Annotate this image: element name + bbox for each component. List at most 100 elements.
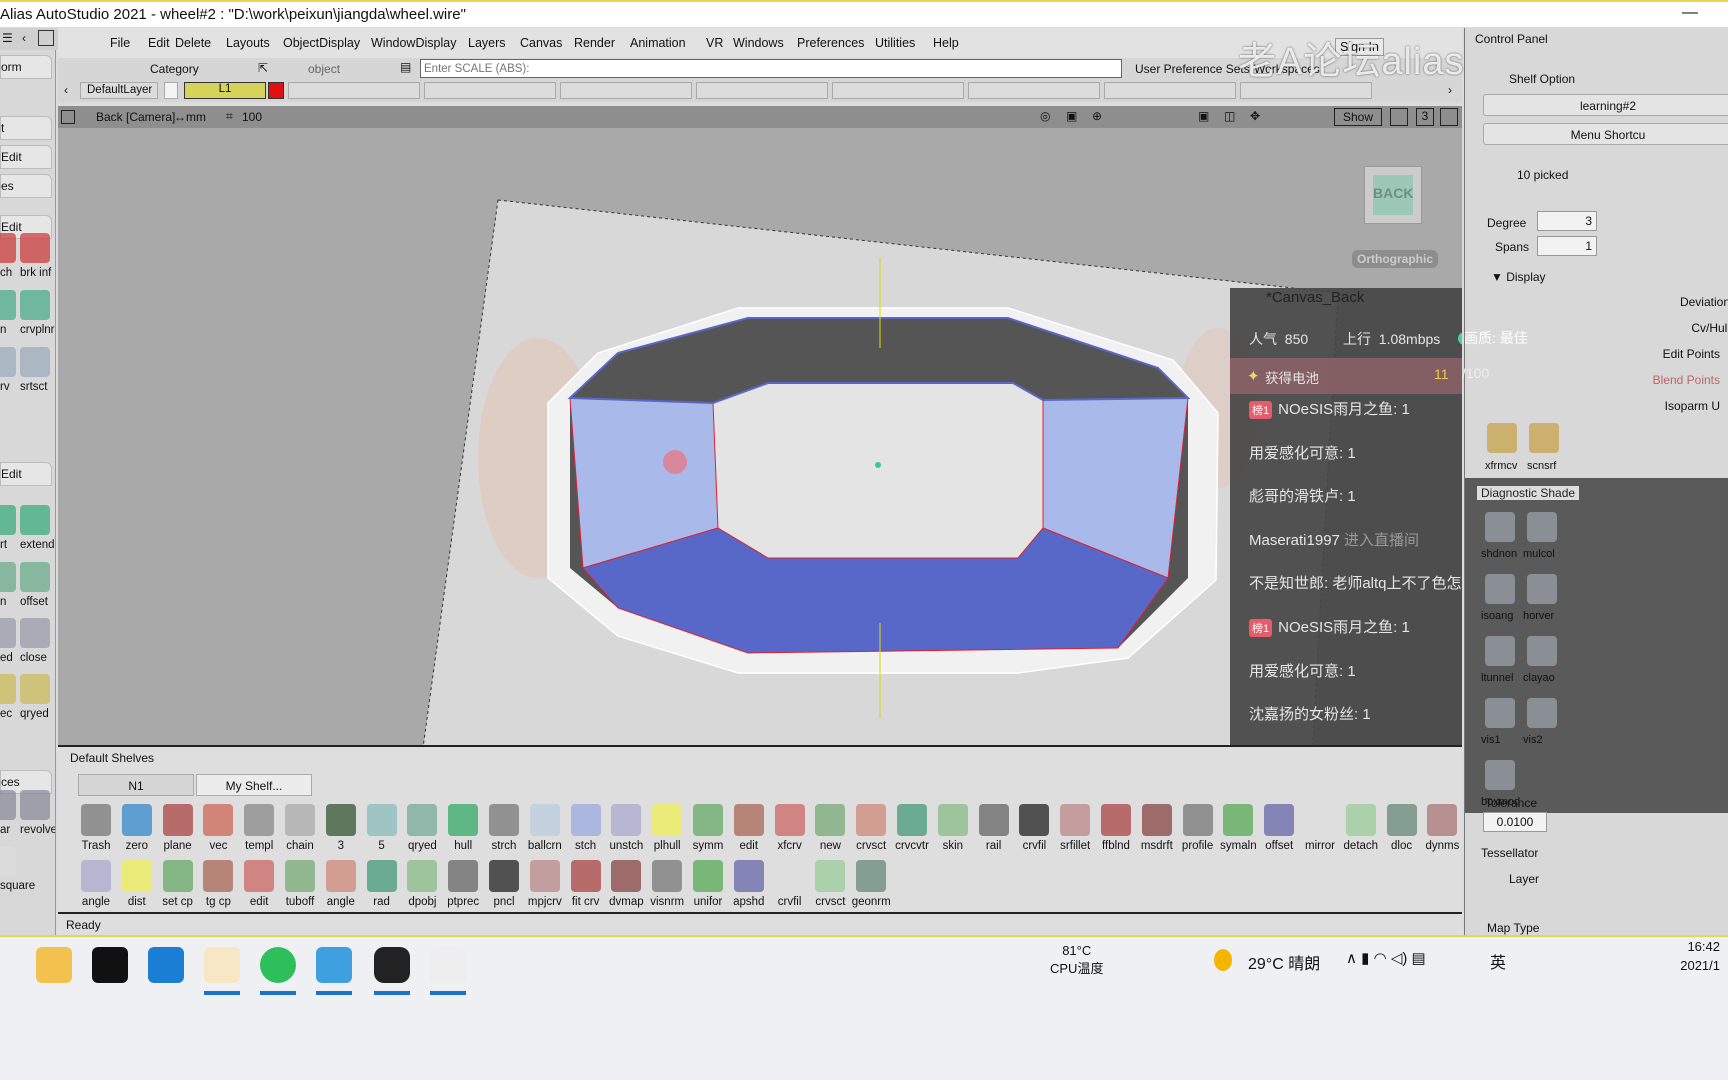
layer-default-checkbox[interactable] (164, 82, 178, 99)
empty-layer-slot[interactable] (288, 82, 420, 99)
shelf-tool-plhull[interactable]: plhull (647, 804, 687, 852)
layer-scroll-right[interactable]: › (1448, 83, 1452, 97)
close-palette-icon[interactable] (38, 30, 54, 46)
clock[interactable]: 16:42 2021/1 (1520, 939, 1720, 973)
shelf-tool-Trash[interactable]: Trash (76, 804, 116, 852)
shelf-tool-mirror[interactable]: mirror (1300, 804, 1340, 852)
empty-layer-slot[interactable] (696, 82, 828, 99)
menu-utilities[interactable]: Utilities (875, 36, 915, 50)
shelf-tool-pncl[interactable]: pncl (484, 860, 524, 908)
crvplnr-tool-icon[interactable] (20, 290, 50, 320)
tray-icons[interactable]: ∧ ▮ ◠ ◁) ▤ (1346, 949, 1426, 967)
weather-text[interactable]: 29°C 晴朗 (1248, 950, 1320, 974)
shelf-tool-mpjcrv[interactable]: mpjcrv (525, 860, 565, 908)
alias-icon[interactable] (204, 947, 240, 983)
wechat-icon[interactable] (260, 947, 296, 983)
frame-icon[interactable]: ◫ (1224, 109, 1235, 123)
layer-scroll-left[interactable]: ‹ (64, 83, 68, 97)
shelf-tool-zero[interactable]: zero (117, 804, 157, 852)
minimize-button[interactable]: — (1682, 4, 1698, 22)
menu-shortcuts-button[interactable]: Menu Shortcu (1483, 123, 1728, 145)
close-tool-icon[interactable] (20, 618, 50, 648)
shelf-tool-stch[interactable]: stch (566, 804, 606, 852)
shelf-tool-edit[interactable]: edit (239, 860, 279, 908)
shelf-tool-crvcvtr[interactable]: crvcvtr (892, 804, 932, 852)
layer-l1-color[interactable] (268, 82, 284, 99)
boxmod-icon[interactable] (1485, 760, 1515, 790)
palette-section-header[interactable]: t (0, 116, 52, 140)
shelf-tool-ffblnd[interactable]: ffblnd (1096, 804, 1136, 852)
scnsrf-icon[interactable] (1529, 423, 1559, 453)
shelf-tool-edit[interactable]: edit (729, 804, 769, 852)
shelf-tool-new[interactable]: new (810, 804, 850, 852)
menu-animation[interactable]: Animation (630, 36, 686, 50)
revolve-tool-icon[interactable] (20, 790, 50, 820)
shelf-tool-strch[interactable]: strch (484, 804, 524, 852)
shelf-tool-unifor[interactable]: unifor (688, 860, 728, 908)
n-tool-icon[interactable] (0, 290, 16, 320)
menu-icon[interactable]: ☰ (2, 31, 13, 45)
display-option-4[interactable]: Isoparm U (1610, 399, 1720, 413)
shelf-tool-tg-cp[interactable]: tg cp (198, 860, 238, 908)
ime-indicator[interactable]: 英 (1490, 949, 1506, 973)
palette-section-header[interactable]: es (0, 174, 52, 198)
shelf-tool-offset[interactable]: offset (1259, 804, 1299, 852)
shelf-tool-5[interactable]: 5 (362, 804, 402, 852)
command-prompt-input[interactable] (420, 59, 1122, 78)
shelf-options[interactable]: Shelf Option (1509, 72, 1575, 86)
ruler-icon[interactable] (1390, 108, 1408, 126)
lock-icon[interactable]: ▣ (1066, 109, 1077, 123)
view-cube-face[interactable]: BACK (1373, 175, 1413, 215)
brk-inf-tool-icon[interactable] (20, 233, 50, 263)
shelf-tab-n1[interactable]: N1 (78, 774, 194, 796)
file-explorer-icon[interactable] (36, 947, 72, 983)
spans-field[interactable]: 1 (1537, 236, 1597, 256)
app-black-icon[interactable] (92, 947, 128, 983)
palette-section-header[interactable]: Edit (0, 462, 52, 486)
mulcol-icon[interactable] (1527, 512, 1557, 542)
empty-layer-slot[interactable] (424, 82, 556, 99)
empty-layer-slot[interactable] (1104, 82, 1236, 99)
shelf-tool-apshd[interactable]: apshd (729, 860, 769, 908)
extend-tool-icon[interactable] (20, 505, 50, 535)
menu-help[interactable]: Help (933, 36, 959, 50)
projection-label[interactable]: Orthographic (1352, 250, 1439, 268)
fit-icon[interactable]: ▣ (1198, 109, 1209, 123)
menu-windows[interactable]: Windows (733, 36, 784, 50)
shelf-tool-rad[interactable]: rad (362, 860, 402, 908)
menu-layers[interactable]: Layers (468, 36, 506, 50)
empty-layer-slot[interactable] (560, 82, 692, 99)
shelf-tool-xfcrv[interactable]: xfcrv (770, 804, 810, 852)
palette-section-header[interactable]: Edit (0, 145, 52, 169)
object-field[interactable]: object (308, 62, 340, 76)
menu-windowdisplay[interactable]: WindowDisplay (371, 36, 456, 50)
menu-canvas[interactable]: Canvas (520, 36, 562, 50)
quality-button[interactable]: 3 (1416, 108, 1434, 126)
camera-icon[interactable]: ◎ (1040, 109, 1050, 123)
empty-layer-slot[interactable] (832, 82, 964, 99)
layer-default[interactable]: DefaultLayer (80, 82, 158, 99)
shelf-tool-srfillet[interactable]: srfillet (1055, 804, 1095, 852)
menu-preferences[interactable]: Preferences (797, 36, 864, 50)
square-tool-icon[interactable] (0, 846, 16, 876)
shelf-tool-rail[interactable]: rail (974, 804, 1014, 852)
display-option-0[interactable]: Deviation (1620, 295, 1728, 309)
display-section[interactable]: ▼ Display (1491, 270, 1546, 284)
category-field[interactable]: Category (150, 62, 199, 76)
shelf-tool-3[interactable]: 3 (321, 804, 361, 852)
menu-render[interactable]: Render (574, 36, 615, 50)
shelf-tool-geonrm[interactable]: geonrm (851, 860, 891, 908)
live-app-icon[interactable] (316, 947, 352, 983)
shelf-tool-dynms[interactable]: dynms (1422, 804, 1462, 852)
srtsct-tool-icon[interactable] (20, 347, 50, 377)
shelf-tool-dpobj[interactable]: dpobj (402, 860, 442, 908)
shelf-tool-hull[interactable]: hull (443, 804, 483, 852)
shelf-tool-qryed[interactable]: qryed (402, 804, 442, 852)
shelf-tool-detach[interactable]: detach (1341, 804, 1381, 852)
shelf-tool-angle[interactable]: angle (76, 860, 116, 908)
shelf-tool-fit-crv[interactable]: fit crv (566, 860, 606, 908)
recorder-icon[interactable] (374, 947, 410, 983)
menu-file[interactable]: File (110, 36, 130, 50)
n-tool-icon[interactable] (0, 562, 16, 592)
shelf-tab-my-shelf[interactable]: My Shelf... (196, 774, 312, 796)
